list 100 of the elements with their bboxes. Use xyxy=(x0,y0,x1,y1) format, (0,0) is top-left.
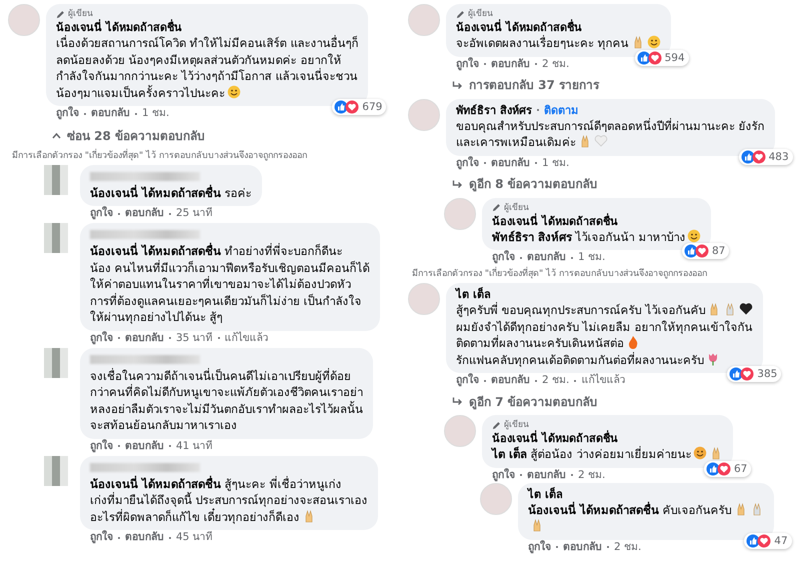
comment-time[interactable]: 2 ชม. xyxy=(614,540,642,554)
view-replies-link[interactable]: การตอบกลับ 37 รายการ xyxy=(452,77,600,93)
reply-link[interactable]: ตอบกลับ xyxy=(125,438,164,454)
reply-link[interactable]: ตอบกลับ xyxy=(125,330,164,346)
reply-arrow-icon xyxy=(452,397,463,406)
comment-text: น้องเจนนี่ ได้หมดถ้าสดชื่น คับเจอกันครับ xyxy=(528,502,732,516)
pixelated-avatar xyxy=(44,348,68,378)
comment-text: ให้ผ่านทุกอย่างไปได้นะ สู้ๆ xyxy=(90,310,223,324)
reaction-number: 87 xyxy=(712,245,726,257)
commenter-name[interactable]: น้องเจนนี่ ได้หมดถ้าสดชื่น xyxy=(456,20,582,35)
avatar-placeholder[interactable] xyxy=(408,283,440,315)
love-reaction-icon xyxy=(757,534,772,548)
comment-text: ขอบคุณสำหรับประสบการณ์ดีๆตลอดหนึ่งปีที่ผ่านมานะคะ ยังรัก xyxy=(456,118,765,132)
avatar-placeholder[interactable] xyxy=(408,98,440,130)
commenter-name[interactable]: ไต เต็ล xyxy=(456,287,491,302)
reply-link[interactable]: ตอบกลับ xyxy=(491,156,530,170)
commenter-name[interactable]: น้องเจนนี่ ได้หมดถ้าสดชื่น xyxy=(56,20,182,35)
comment-text: น้องเจนนี่ ได้หมดถ้าสดชื่น สู้ๆนะคะ พี่เชื่อว่าหนูเก่ง xyxy=(90,476,342,490)
filter-notice: มีการเลือกตัวกรอง "เกี่ยวข้องที่สุด" ไว้ การตอบกลับบางส่วนจึงอาจถูกกรองออก xyxy=(412,269,707,279)
comment-text: น้องๆมาแจมเป็นครั้งคราวไปนะคะ xyxy=(56,86,225,100)
like-link[interactable]: ถูกใจ xyxy=(528,540,551,554)
comment-text: และเคารพเหมือนเดิมค่ะ xyxy=(456,135,576,149)
comment-time[interactable]: 2 ชม. xyxy=(542,373,570,388)
comment-time[interactable]: 1 ชม. xyxy=(142,106,170,121)
reply-link[interactable]: ตอบกลับ xyxy=(125,206,164,221)
comment-text: ติดตามที่ผลงานนะครับเดินหนัสต่อ xyxy=(456,336,624,350)
author-label: ผู้เขียน xyxy=(468,8,493,19)
follow-link[interactable]: ติดตาม xyxy=(544,102,578,118)
comment-time[interactable]: 1 ชม. xyxy=(542,156,570,170)
like-link[interactable]: ถูกใจ xyxy=(456,373,479,388)
reply-link[interactable]: ตอบกลับ xyxy=(563,540,602,554)
view-replies-link[interactable]: ดูอีก 8 ข้อความตอบกลับ xyxy=(452,176,598,192)
comment-text: น้อง คนไหนที่มีแววก็เอามาฟีตหรือรับเชิญตอนมีคอนก็ได้ xyxy=(90,260,370,274)
view-replies-link[interactable]: ดูอีก 7 ข้อความตอบกลับ xyxy=(452,394,598,410)
comment-text: พัทธ์ธิรา สิงห์ศร ไว้เจอกันน้า มาหาบ้าง xyxy=(492,230,686,244)
reaction-count[interactable]: 67 xyxy=(704,460,752,476)
comment-text: ให้ค่าตอบแทนในราคาที่เขาขอมาจะได้ไม่ต้องปวดหัว xyxy=(90,277,351,291)
like-link[interactable]: ถูกใจ xyxy=(90,530,113,545)
reply-link[interactable]: ตอบกลับ xyxy=(491,56,530,72)
like-link[interactable]: ถูกใจ xyxy=(56,106,79,121)
comment-time[interactable]: 35 นาที xyxy=(176,330,213,346)
reaction-number: 67 xyxy=(734,462,748,474)
avatar-placeholder[interactable] xyxy=(444,415,476,447)
reaction-number: 385 xyxy=(757,368,778,380)
smiley-icon xyxy=(227,84,241,98)
like-link[interactable]: ถูกใจ xyxy=(492,250,515,265)
like-link[interactable]: ถูกใจ xyxy=(456,156,479,170)
pencil-icon xyxy=(492,420,501,430)
comment-text: จงเชื่อในความดีถ้าเจนนี่เป็นคนดีไม่เอาเปรียบผู้ที่ด้อย xyxy=(90,368,351,382)
reaction-count[interactable]: 679 xyxy=(332,99,386,115)
reply-arrow-icon xyxy=(452,80,463,90)
like-link[interactable]: ถูกใจ xyxy=(492,468,515,482)
like-link[interactable]: ถูกใจ xyxy=(90,330,113,346)
comment-text: ไต เต็ล สู้ต่อน้อง ว่างค่อยมาเยี่ยมค่ายนะ xyxy=(492,447,692,461)
flower-icon xyxy=(706,352,720,366)
comment-time[interactable]: 2 ชม. xyxy=(578,468,606,482)
comment-text: ลดน้อยลงด้วย น้องๆคงมีเหตุผลส่วนตัวกันหมดค่ะ อยากให้ xyxy=(56,52,342,66)
comment-text: การที่ต้องดูแลคนเยอะๆคนเดียวมันก็ไม่ง่าย เป็นกำลังใจ xyxy=(90,294,362,308)
reply-link[interactable]: ตอบกลับ xyxy=(91,106,130,121)
avatar-placeholder[interactable] xyxy=(408,4,440,36)
comment-time[interactable]: 45 นาที xyxy=(176,530,213,545)
pencil-icon xyxy=(492,203,501,212)
reaction-number: 594 xyxy=(664,52,685,64)
comment-text: กำลังใจกันมากกว่านะคะ ไว้ว่างๆถ้ามีโอกาส แล้วเจนนี่จะชวน xyxy=(56,69,358,83)
reaction-count[interactable]: 385 xyxy=(727,366,782,382)
like-link[interactable]: ถูกใจ xyxy=(90,438,113,454)
commenter-name[interactable]: น้องเจนนี่ ได้หมดถ้าสดชื่น xyxy=(492,214,618,228)
comment-time[interactable]: 41 นาที xyxy=(176,438,213,454)
filter-notice: มีการเลือกตัวกรอง "เกี่ยวข้องที่สุด" ไว้ การตอบกลับบางส่วนจึงอาจถูกกรองออก xyxy=(12,150,307,160)
caret-up-icon xyxy=(52,132,61,139)
reply-link[interactable]: ตอบกลับ xyxy=(527,468,566,482)
commenter-name[interactable]: พัทธ์ธิรา สิงห์ศร xyxy=(456,102,532,118)
reaction-count[interactable]: 483 xyxy=(738,148,793,164)
avatar-placeholder[interactable] xyxy=(480,482,512,514)
avatar-placeholder[interactable] xyxy=(444,198,476,230)
author-label: ผู้เขียน xyxy=(504,419,529,430)
pixelated-avatar xyxy=(44,456,68,486)
like-link[interactable]: ถูกใจ xyxy=(456,56,479,72)
avatar-placeholder[interactable] xyxy=(8,4,40,36)
comment-time[interactable]: 25 นาที xyxy=(176,206,213,221)
reaction-count[interactable]: 47 xyxy=(744,532,792,548)
like-reaction-icon xyxy=(706,462,720,476)
commenter-name[interactable]: น้องเจนนี่ ได้หมดถ้าสดชื่น xyxy=(492,431,618,446)
hugging-face-icon xyxy=(693,446,708,460)
love-reaction-icon xyxy=(752,150,766,164)
reaction-count[interactable]: 594 xyxy=(634,50,689,66)
commenter-name[interactable]: ไต เต็ล xyxy=(528,486,563,502)
comment-text: เก่งที่มายืนได้ถึงจุดนี้ ประสบการณ์ทุกอย่างจะสอนเราเอง xyxy=(90,493,368,507)
view-replies-link[interactable]: ซ่อน 28 ข้อความตอบกลับ xyxy=(52,128,206,144)
reaction-count[interactable]: 87 xyxy=(682,243,730,259)
like-link[interactable]: ถูกใจ xyxy=(90,206,113,221)
reply-link[interactable]: ตอบกลับ xyxy=(527,250,566,265)
comment-time[interactable]: 2 ชม. xyxy=(542,56,570,72)
reaction-number: 679 xyxy=(362,101,382,113)
reply-link[interactable]: ตอบกลับ xyxy=(491,373,530,388)
reply-link[interactable]: ตอบกลับ xyxy=(125,530,164,545)
author-label: ผู้เขียน xyxy=(68,8,93,19)
comment-time[interactable]: 1 ชม. xyxy=(578,250,606,265)
like-reaction-icon xyxy=(334,100,348,114)
smiley-icon xyxy=(646,35,661,49)
